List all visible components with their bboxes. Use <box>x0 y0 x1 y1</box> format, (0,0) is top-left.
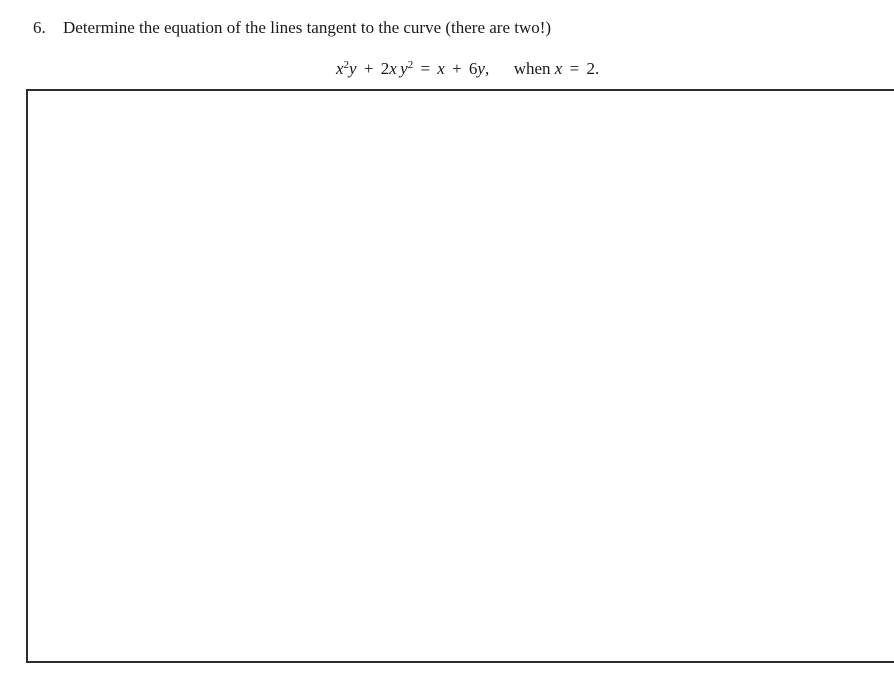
question-number: 6. <box>33 18 46 37</box>
eq-plus: + <box>363 59 374 78</box>
eq-y: y <box>477 59 485 78</box>
eq-condition-word: when <box>513 59 551 78</box>
curve-equation: x2y + 2x y2 = x + 6y, when x = 2. <box>336 58 599 80</box>
answer-box[interactable] <box>26 89 894 663</box>
eq-y: y <box>400 59 408 78</box>
question-prompt: Determine the equation of the lines tang… <box>63 18 552 37</box>
question-6: 6. Determine the equation of the lines ta… <box>33 17 551 39</box>
eq-y: y <box>349 59 357 78</box>
eq-condition-equals: = <box>569 59 580 78</box>
eq-exponent: 2 <box>407 59 414 71</box>
eq-comma: , <box>484 59 490 78</box>
eq-x: x <box>336 59 344 78</box>
eq-coef: 2 <box>380 59 390 78</box>
eq-equals: = <box>420 59 431 78</box>
eq-plus: + <box>452 59 462 78</box>
eq-condition-var: x <box>554 59 563 78</box>
eq-x: x <box>437 59 445 78</box>
eq-x: x <box>389 59 397 78</box>
eq-condition-value: 2. <box>586 59 600 78</box>
